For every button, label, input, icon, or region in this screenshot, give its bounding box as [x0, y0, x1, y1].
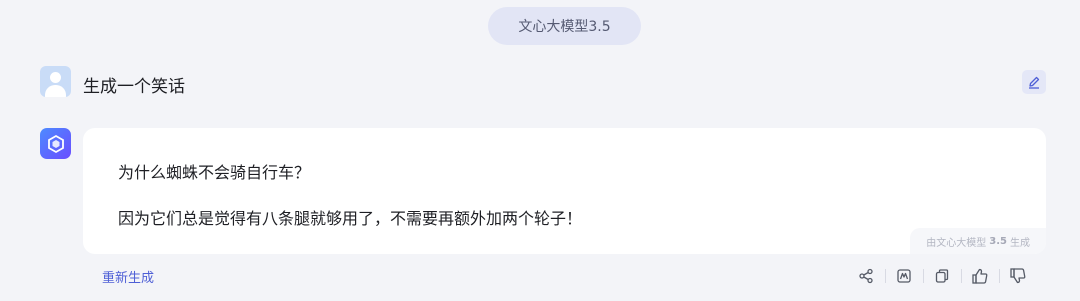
answer-line: 为什么蜘蛛不会骑自行车？ [118, 163, 311, 182]
share-icon [859, 268, 873, 284]
copy-button[interactable] [931, 265, 953, 287]
edit-button[interactable] [1022, 70, 1046, 94]
like-button[interactable] [969, 265, 991, 287]
thumbs-down-icon [1010, 268, 1026, 284]
gen-note-suffix: 生成 [1010, 237, 1030, 249]
gen-note-prefix: 由文心大模型 [926, 237, 987, 249]
regenerate-button[interactable]: 重新生成 [102, 267, 154, 286]
action-divider [999, 269, 1000, 283]
action-divider [885, 269, 886, 283]
bot-avatar [40, 128, 71, 159]
answer-line: 因为它们总是觉得有八条腿就够用了，不需要再额外加两个轮子！ [118, 209, 583, 228]
ernie-logo-icon [47, 134, 64, 153]
model-selector-pill[interactable]: 文心大模型3.5 [488, 7, 641, 45]
answer-actions [855, 265, 1035, 287]
avatar-body [45, 85, 66, 97]
action-divider [923, 269, 924, 283]
answer-card: 为什么蜘蛛不会骑自行车？ 因为它们总是觉得有八条腿就够用了，不需要再额外加两个轮… [83, 128, 1046, 254]
mindmap-icon [897, 269, 911, 283]
avatar-head [50, 72, 61, 83]
mindmap-button[interactable] [893, 265, 915, 287]
share-button[interactable] [855, 265, 877, 287]
gen-note-version: 3.5 [989, 235, 1007, 247]
dislike-button[interactable] [1007, 265, 1029, 287]
user-message: 生成一个笑话 [83, 77, 185, 97]
generated-by-note: 由文心大模型 3.5 生成 [910, 228, 1046, 254]
action-divider [961, 269, 962, 283]
copy-icon [935, 269, 949, 283]
edit-pencil-icon [1029, 76, 1040, 89]
user-avatar [40, 66, 71, 97]
thumbs-up-icon [972, 268, 988, 284]
